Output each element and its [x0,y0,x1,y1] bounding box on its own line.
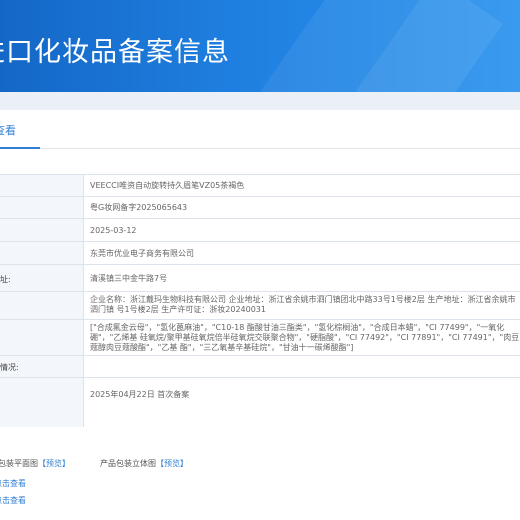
sub-bar [0,92,520,111]
row-label-cell: 情况: [0,356,84,377]
row-label-cell [0,219,84,241]
table-row: 2025-03-12 [0,219,520,242]
tab-bar: 查看 [0,110,520,149]
packaging-solid-preview-link[interactable]: 【预览】 [156,459,188,468]
table-row: ["合成氟金云母"，"氢化蓖麻油"，"C10-18 酯酸甘油三酯类"，"氢化棕榈… [0,320,520,356]
packaging-solid: 产品包装立体图【预览】 [100,458,188,469]
table-row: 情况: [0,356,520,378]
product-name-value: VEECCI唯资自动旋转持久眉笔VZ05茶褐色 [90,181,245,190]
address-value: 清溪镇三中金牛路7号 [90,274,168,283]
row-label-cell [0,320,84,355]
table-row: 东莞市优业电子商务有限公司 [0,242,520,265]
view-link-2[interactable]: 点击查看 [0,495,26,506]
view-link-1[interactable]: 点击查看 [0,478,26,489]
packaging-flat: 包装平面图【预览】 [0,458,70,469]
table-row: 址: 清溪镇三中金牛路7号 [0,265,520,292]
packaging-flat-preview-link[interactable]: 【预览】 [38,459,70,468]
packaging-flat-label: 包装平面图 [0,459,38,468]
table-row: 粤G妆网备字2025065643 [0,197,520,219]
row-label-cell [0,197,84,218]
row-label-cell [0,292,84,319]
row-label-address: 址: [0,275,11,284]
page-title: 进口化妆品备案信息 [0,37,230,68]
ingredients-value: ["合成氟金云母"，"氢化蓖麻油"，"C10-18 酯酸甘油三酯类"，"氢化棕榈… [90,323,520,352]
registrant-value: 东莞市优业电子商务有限公司 [90,249,194,258]
table-row: 企业名称：浙江戴玛生物科技有限公司 企业地址：浙江省余姚市泗门镇团北中路33号1… [0,292,520,320]
record-date-value: 2025-03-12 [90,226,137,235]
bottom-section [0,427,520,520]
tab-view[interactable]: 查看 [0,122,16,138]
record-number-value: 粤G妆网备字2025065643 [90,203,188,212]
row-label-cell [0,175,84,196]
filing-history-value: 2025年04月22日 首次备案 [90,390,190,399]
table-row: 2025年04月22日 首次备案 [0,378,520,428]
row-label-cell: 址: [0,265,84,291]
row-label-status: 情况: [0,363,19,372]
info-table: VEECCI唯资自动旋转持久眉笔VZ05茶褐色 粤G妆网备字2025065643… [0,174,520,428]
spacer [0,149,520,174]
manufacturer-value: 企业名称：浙江戴玛生物科技有限公司 企业地址：浙江省余姚市泗门镇团北中路33号1… [90,295,516,314]
row-label-cell [0,378,84,427]
packaging-solid-label: 产品包装立体图 [100,459,156,468]
row-label-cell [0,242,84,264]
page-header: 进口化妆品备案信息 [0,0,520,92]
table-row: VEECCI唯资自动旋转持久眉笔VZ05茶褐色 [0,175,520,197]
